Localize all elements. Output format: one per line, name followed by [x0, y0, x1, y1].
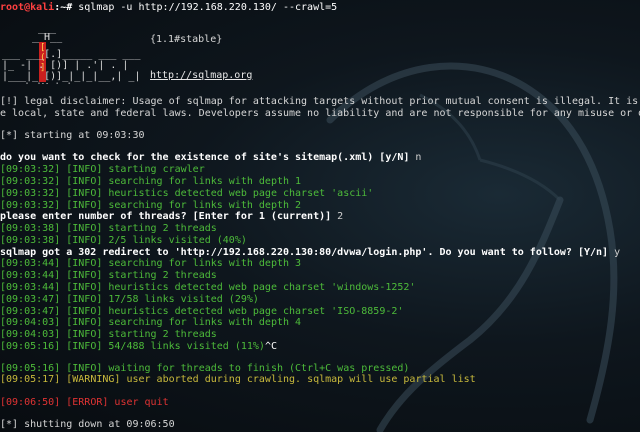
starting-line: [*] starting at 09:03:30 [0, 130, 145, 141]
log-line: [09:05:16] [INFO] 54/488 links visited (… [0, 341, 277, 352]
log-line: [09:03:32] [INFO] starting crawler [0, 164, 205, 175]
prompt-command: sqlmap -u http://192.168.220.130/ --craw… [72, 2, 338, 13]
log-line: [09:03:44] [INFO] searching for links wi… [0, 258, 302, 269]
log-line: [09:03:44] [INFO] starting 2 threads [0, 270, 217, 281]
log-line: [09:04:03] [INFO] starting 2 threads [0, 329, 217, 340]
disclaimer-line-2: e local, state and federal laws. Develop… [0, 108, 640, 119]
error-line: [09:06:50] [ERROR] user quit [0, 397, 169, 408]
prompt-line: root@kali:~# sqlmap -u http://192.168.22… [0, 2, 337, 14]
warning-line: [09:05:17] [WARNING] user aborted during… [0, 374, 476, 385]
disclaimer-line-1: [!] legal disclaimer: Usage of sqlmap fo… [0, 96, 640, 107]
banner-version: {1.1#stable} [150, 34, 223, 45]
shutdown-line: [*] shutting down at 09:06:50 [0, 419, 175, 430]
terminal-output[interactable]: root@kali:~# sqlmap -u http://192.168.22… [0, 0, 640, 432]
prompt-user: root@kali [0, 2, 55, 13]
log-line: [09:03:32] [INFO] searching for links wi… [0, 176, 302, 187]
log-line: [09:03:38] [INFO] starting 2 threads [0, 223, 217, 234]
prompt-separator: :~# [54, 2, 73, 13]
question-threads: please enter number of threads? [Enter f… [0, 211, 344, 222]
question-sitemap: do you want to check for the existence o… [0, 152, 422, 163]
log-line: [09:03:44] [INFO] heuristics detected we… [0, 282, 416, 293]
log-line: [09:03:38] [INFO] 2/5 links visited (40%… [0, 235, 247, 246]
log-line: [09:03:32] [INFO] heuristics detected we… [0, 188, 374, 199]
log-line: [09:04:03] [INFO] searching for links wi… [0, 317, 302, 328]
banner-url[interactable]: http://sqlmap.org [150, 70, 252, 82]
log-line: [09:03:47] [INFO] 17/58 links visited (2… [0, 294, 259, 305]
